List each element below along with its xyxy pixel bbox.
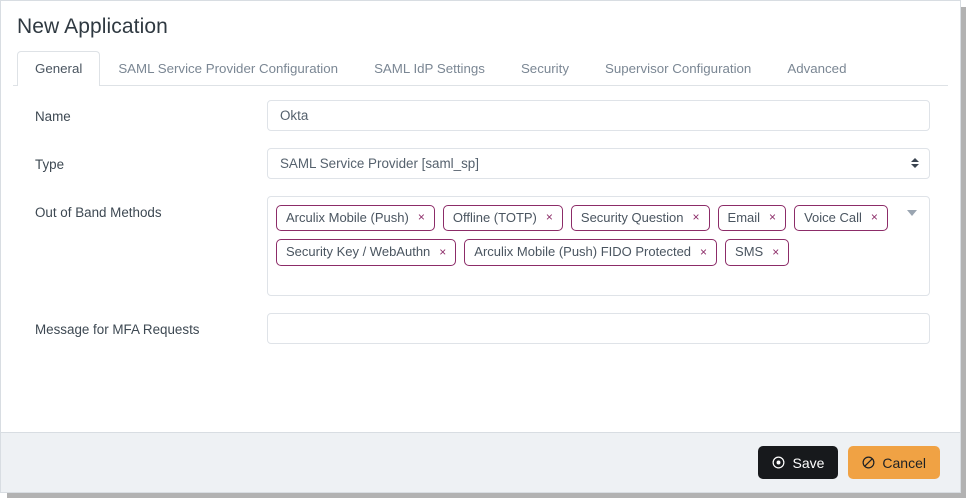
tab-security[interactable]: Security (503, 51, 587, 86)
form-row-type: Type SAML Service Provider [saml_sp] (17, 147, 944, 179)
form-row-name: Name (17, 99, 944, 131)
type-control-wrap: SAML Service Provider [saml_sp] (267, 147, 944, 179)
tab-general[interactable]: General (17, 51, 101, 86)
chip-offline-totp[interactable]: Offline (TOTP) × (442, 204, 563, 232)
dot-circle-icon (772, 456, 785, 469)
chip-remove-icon[interactable]: × (772, 246, 779, 258)
form-row-mfa-message: Message for MFA Requests (17, 312, 944, 344)
chip-security-question[interactable]: Security Question × (570, 204, 710, 232)
card-footer: Save Cancel (1, 432, 960, 492)
cancel-button[interactable]: Cancel (848, 446, 940, 479)
sort-arrows-icon (911, 158, 919, 169)
out-of-band-methods-label: Out of Band Methods (35, 204, 162, 220)
tab-supervisor-configuration[interactable]: Supervisor Configuration (587, 51, 769, 86)
mfa-message-control-wrap (267, 312, 944, 344)
chip-remove-icon[interactable]: × (871, 211, 878, 223)
chip-remove-icon[interactable]: × (418, 211, 425, 223)
chip-arculix-mobile-push-fido-protected[interactable]: Arculix Mobile (Push) FIDO Protected × (464, 239, 718, 266)
chip-label: Security Question (580, 209, 684, 225)
chip-remove-icon[interactable]: × (769, 211, 776, 223)
type-select-value: SAML Service Provider [saml_sp] (280, 155, 479, 171)
mfa-message-label: Message for MFA Requests (35, 321, 200, 337)
chip-security-key-webauthn[interactable]: Security Key / WebAuthn × (276, 239, 457, 266)
type-select[interactable]: SAML Service Provider [saml_sp] (267, 147, 930, 179)
cancel-button-label: Cancel (882, 454, 926, 471)
chevron-down-icon[interactable] (907, 209, 917, 216)
form-row-out-of-band-methods: Out of Band Methods Arculix Mobile (Push… (17, 195, 944, 296)
chip-remove-icon[interactable]: × (693, 211, 700, 223)
chip-remove-icon[interactable]: × (700, 246, 707, 258)
name-control-wrap (267, 99, 944, 131)
mfa-message-input[interactable] (267, 312, 930, 344)
chip-remove-icon[interactable]: × (439, 246, 446, 258)
chip-voice-call[interactable]: Voice Call × (794, 204, 888, 232)
tab-strip: General SAML Service Provider Configurat… (13, 51, 948, 86)
name-input[interactable] (267, 99, 930, 131)
out-of-band-methods-token-field[interactable]: Arculix Mobile (Push) × Offline (TOTP) × Sec… (267, 195, 930, 296)
chip-label: Arculix Mobile (Push) FIDO Protected (474, 244, 692, 260)
chip-email[interactable]: Email × (717, 204, 787, 232)
chip-label: Voice Call (804, 209, 862, 225)
chip-label: SMS (735, 244, 764, 260)
chip-label: Offline (TOTP) (452, 209, 537, 225)
tab-saml-idp-settings[interactable]: SAML IdP Settings (356, 51, 503, 86)
save-button[interactable]: Save (758, 446, 839, 479)
card-body: New Application General SAML Service Pro… (1, 1, 960, 432)
chip-list: Arculix Mobile (Push) × Offline (TOTP) × Sec… (276, 204, 895, 266)
tab-advanced[interactable]: Advanced (769, 51, 864, 86)
chip-sms[interactable]: SMS × (725, 239, 790, 266)
chip-label: Security Key / WebAuthn (286, 244, 431, 260)
save-button-label: Save (792, 454, 825, 471)
chip-remove-icon[interactable]: × (546, 211, 553, 223)
general-form: Name Type SAML Service Provider [saml_sp… (13, 86, 948, 344)
chip-label: Email (727, 209, 761, 225)
chip-label: Arculix Mobile (Push) (286, 209, 409, 225)
name-label: Name (35, 108, 71, 124)
chip-arculix-mobile-push[interactable]: Arculix Mobile (Push) × (276, 204, 435, 232)
ban-icon (862, 456, 875, 469)
new-application-card: New Application General SAML Service Pro… (0, 0, 961, 493)
tab-saml-service-provider-configuration[interactable]: SAML Service Provider Configuration (100, 51, 356, 86)
type-label: Type (35, 156, 65, 172)
page-title: New Application (17, 15, 168, 38)
out-of-band-methods-control-wrap: Arculix Mobile (Push) × Offline (TOTP) × Sec… (267, 195, 944, 296)
